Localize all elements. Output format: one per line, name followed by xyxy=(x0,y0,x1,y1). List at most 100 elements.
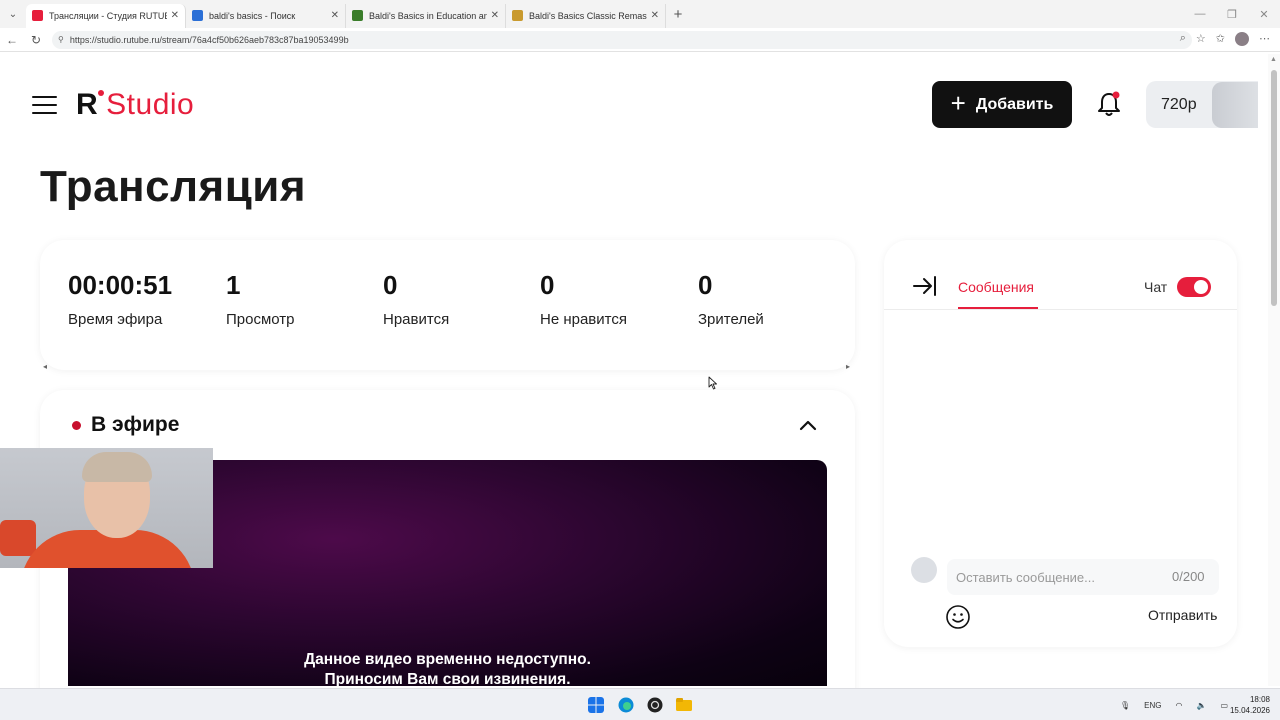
tab-title: Baldi's Basics in Education and Le xyxy=(369,10,487,21)
live-indicator-dot-icon xyxy=(72,421,81,430)
close-tab-icon[interactable]: ✕ xyxy=(491,10,499,21)
send-button[interactable]: Отправить xyxy=(1148,607,1217,623)
webcam-toy xyxy=(0,520,36,556)
address-bar-actions: ⌕ ☆ ✩ ⋯ xyxy=(1180,32,1270,46)
system-tray: 🎙 ENG ◠ 🔈 ▭ xyxy=(1120,689,1228,720)
url-text: https://studio.rutube.ru/stream/76a4cf50… xyxy=(69,34,349,45)
favorites-icon[interactable]: ✩ xyxy=(1216,32,1225,46)
battery-icon[interactable]: ▭ xyxy=(1220,701,1228,710)
live-label: В эфире xyxy=(91,413,180,436)
plus-icon: + xyxy=(950,88,966,118)
add-button[interactable]: + Добавить xyxy=(932,81,1072,128)
browser-tab-active[interactable]: Трансляции - Студия RUTUBE ✕ xyxy=(26,3,186,28)
stat-likes: 0 Нравится xyxy=(383,270,449,328)
close-tab-icon[interactable]: ✕ xyxy=(331,10,339,21)
edge-browser-icon[interactable] xyxy=(618,697,634,713)
stat-views: 1 Просмотр xyxy=(226,270,295,328)
browser-tab[interactable]: baldi's basics - Поиск ✕ xyxy=(186,3,346,28)
chat-user-avatar xyxy=(911,557,937,583)
site-favicon-icon xyxy=(512,10,523,21)
chat-toggle-label: Чат xyxy=(1144,279,1168,295)
notifications-bell-icon[interactable] xyxy=(1096,90,1122,118)
collapse-panel-icon[interactable] xyxy=(912,274,938,298)
reload-icon[interactable]: ↻ xyxy=(24,33,48,47)
tab-title: baldi's basics - Поиск xyxy=(209,10,296,21)
stat-value: 0 xyxy=(698,270,713,300)
file-explorer-icon[interactable] xyxy=(676,697,692,713)
stat-label: Просмотр xyxy=(226,311,295,328)
stat-value: 1 xyxy=(226,270,241,300)
stat-dislikes: 0 Не нравится xyxy=(540,270,627,328)
tab-messages[interactable]: Сообщения xyxy=(958,279,1034,295)
menu-hamburger-icon[interactable] xyxy=(32,96,57,114)
close-tab-icon[interactable]: ✕ xyxy=(171,10,179,21)
back-arrow-icon[interactable]: ← xyxy=(0,33,24,47)
stream-stats-card: 00:00:51 Время эфира 1 Просмотр 0 Нравит… xyxy=(40,240,855,370)
stat-airtime: 00:00:51 Время эфира xyxy=(68,270,172,328)
close-window-icon[interactable]: ✕ xyxy=(1248,8,1280,21)
user-avatar[interactable] xyxy=(1212,82,1258,128)
emoji-smile-icon[interactable] xyxy=(945,604,971,630)
stat-label: Не нравится xyxy=(540,311,627,328)
stat-label: Время эфира xyxy=(68,311,163,328)
clock-time: 18:08 xyxy=(1249,695,1270,704)
logo-r: R xyxy=(76,88,105,121)
scroll-right-arrow-icon[interactable]: ▸ xyxy=(846,362,850,371)
obs-app-icon[interactable] xyxy=(647,697,663,713)
add-button-label: Добавить xyxy=(975,95,1054,113)
window-controls: — ❐ ✕ xyxy=(1184,0,1280,28)
logo-studio-text: Studio xyxy=(106,88,195,121)
quality-label: 720p xyxy=(1161,95,1197,113)
os-taskbar: 🎙 ENG ◠ 🔈 ▭ 18:08 15.04.2026 xyxy=(0,688,1280,720)
browser-tab[interactable]: Baldi's Basics in Education and Le ✕ xyxy=(346,3,506,28)
webcam-overlay xyxy=(0,448,213,568)
stat-value: 0 xyxy=(383,270,398,300)
language-indicator[interactable]: ENG xyxy=(1144,701,1161,710)
video-unavailable-message: Данное видео временно недоступно. Принос… xyxy=(68,650,827,686)
tab-title: Трансляции - Студия RUTUBE xyxy=(49,10,167,21)
more-menu-icon[interactable]: ⋯ xyxy=(1259,32,1270,46)
browser-tab[interactable]: Baldi's Basics Classic Remastered | ✕ xyxy=(506,3,666,28)
taskbar-clock[interactable]: 18:08 15.04.2026 xyxy=(1230,694,1270,716)
tab-title: Baldi's Basics Classic Remastered | xyxy=(529,10,647,21)
zoom-icon[interactable]: ⌕ xyxy=(1180,32,1186,46)
url-field[interactable]: ⚲ https://studio.rutube.ru/stream/76a4cf… xyxy=(52,30,1192,49)
rstudio-logo[interactable]: R Studio xyxy=(76,88,194,122)
site-favicon-icon xyxy=(352,10,363,21)
maximize-icon[interactable]: ❐ xyxy=(1216,8,1248,21)
bookmark-star-icon[interactable]: ☆ xyxy=(1196,32,1206,46)
scroll-up-arrow-icon[interactable]: ▲ xyxy=(1270,56,1277,63)
rutube-favicon-icon xyxy=(32,10,43,21)
volume-icon[interactable]: 🔈 xyxy=(1196,701,1206,710)
windows-start-icon[interactable] xyxy=(588,697,604,713)
video-message-line2: Приносим Вам свои извинения. xyxy=(324,671,571,686)
wifi-icon[interactable]: ◠ xyxy=(1175,701,1182,710)
browser-tab-bar: ⌄ Трансляции - Студия RUTUBE ✕ baldi's b… xyxy=(0,0,1280,28)
webcam-person-hair xyxy=(82,452,152,482)
mouse-cursor-icon xyxy=(708,376,717,390)
chevron-up-icon[interactable] xyxy=(797,414,819,436)
minimize-icon[interactable]: — xyxy=(1184,8,1216,20)
site-info-icon[interactable]: ⚲ xyxy=(58,35,64,44)
page-scrollbar[interactable]: ▲ xyxy=(1268,54,1280,686)
chat-char-counter: 0/200 xyxy=(1172,569,1205,584)
scrollbar-thumb[interactable] xyxy=(1271,70,1277,306)
page-title: Трансляция xyxy=(40,162,306,211)
stat-label: Нравится xyxy=(383,311,450,328)
scroll-left-arrow-icon[interactable]: ◂ xyxy=(43,362,47,371)
close-tab-icon[interactable]: ✕ xyxy=(651,10,659,21)
microphone-icon[interactable]: 🎙 xyxy=(1120,701,1130,710)
stat-value: 0 xyxy=(540,270,555,300)
profile-avatar-icon[interactable] xyxy=(1235,32,1249,46)
video-message-line1: Данное видео временно недоступно. xyxy=(304,651,591,668)
tab-list-chevron-icon[interactable]: ⌄ xyxy=(0,0,26,28)
chat-toggle[interactable] xyxy=(1177,277,1211,297)
stat-label: Зрителей xyxy=(698,311,764,328)
search-favicon-icon xyxy=(192,10,203,21)
clock-date: 15.04.2026 xyxy=(1229,706,1270,715)
new-tab-plus-icon[interactable]: + xyxy=(666,6,690,23)
stat-value: 00:00:51 xyxy=(68,270,173,300)
stat-viewers: 0 Зрителей xyxy=(698,270,764,328)
chat-divider xyxy=(884,309,1237,310)
browser-address-bar: ← ↻ ⚲ https://studio.rutube.ru/stream/76… xyxy=(0,28,1280,52)
